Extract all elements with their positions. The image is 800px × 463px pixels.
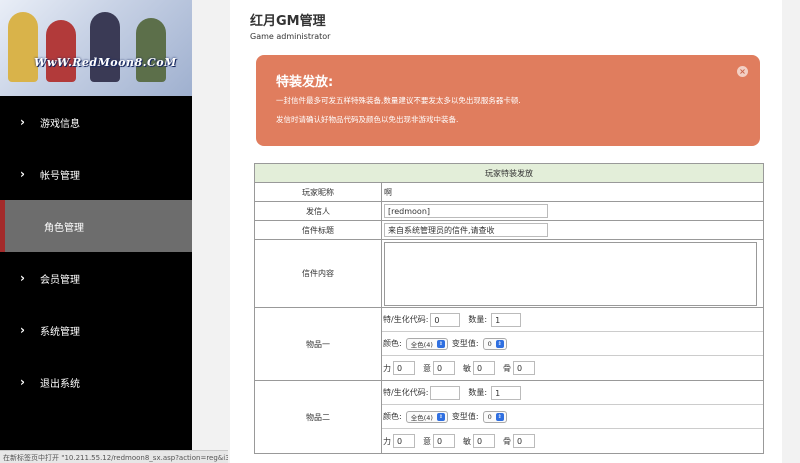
sidebar-item-member[interactable]: › 会员管理 [0,252,192,304]
alert-text: 一封信件最多可发五样特殊装备,数量建议不要发太多以免出现服务器卡顿. [276,96,521,105]
chevron-right-icon: › [20,115,25,129]
strength-input[interactable]: 0 [393,361,415,375]
form-row-item-1: 物品一 特/生化代码: 0 数量: 1 颜色: 全色(4) ⇕ 变型值: 0 ⇕ 力… [255,308,763,381]
alert-text: 发信时请确认好物品代码及颜色以免出现非游戏中装备. [276,115,459,124]
sidebar-item-label: 退出系统 [40,378,80,390]
stat-label: 敏 [463,363,471,373]
character-figure [90,12,120,82]
page-title: 红月GM管理 [250,14,326,29]
form-row-subject: 信件标题 来自系统管理员的信件,请查收 [255,221,763,240]
stat-label: 力 [383,436,391,446]
color-label: 颜色: [383,412,402,421]
will-input[interactable]: 0 [433,361,455,375]
banner-image: WwW.RedMoon8.CoM [0,0,192,96]
morph-select[interactable]: 0 ⇕ [482,410,507,423]
stat-label: 骨 [503,436,511,446]
chevron-right-icon: › [20,271,25,285]
sidebar-item-logout[interactable]: › 退出系统 [0,356,192,408]
morph-selected-value: 0 [487,339,492,348]
form-row-sender: 发信人 [redmoon] [255,202,763,221]
sidebar-item-system[interactable]: › 系统管理 [0,304,192,356]
stat-label: 意 [423,436,431,446]
sidebar-item-character[interactable]: › 角色管理 [0,200,192,252]
form-row-nickname: 玩家昵称 啊 [255,183,763,202]
morph-select[interactable]: 0 ⇕ [482,337,507,350]
quantity-input[interactable]: 1 [491,312,522,327]
quantity-label: 数量: [468,315,488,324]
quantity-label: 数量: [468,388,488,397]
banner-logo: WwW.RedMoon8.CoM [34,56,177,69]
info-alert: × 特装发放: 一封信件最多可发五样特殊装备,数量建议不要发太多以免出现服务器卡… [256,55,760,146]
color-selected-value: 全色(4) [410,413,433,422]
select-arrows-icon: ⇕ [495,412,504,421]
morph-selected-value: 0 [487,412,492,421]
main-content: 红月GM管理 Game administrator × 特装发放: 一封信件最多… [230,0,782,463]
item-code-input[interactable] [430,385,461,400]
field-label: 信件标题 [255,221,382,239]
special-equipment-form: 玩家特装发放 玩家昵称 啊 发信人 [redmoon] 信件标题 来自系统管理员… [254,163,764,454]
sidebar-item-label: 系统管理 [40,326,80,338]
content-textarea[interactable] [384,242,757,306]
color-select[interactable]: 全色(4) ⇕ [405,337,448,350]
field-label: 物品二 [255,381,382,453]
morph-label: 变型值: [451,412,479,421]
sidebar-item-label: 帐号管理 [40,170,80,182]
sidebar: WwW.RedMoon8.CoM › 游戏信息 › 帐号管理 › 角色管理 › … [0,0,192,463]
form-row-content: 信件内容 [255,240,763,308]
field-label: 发信人 [255,202,382,220]
stat-label: 敏 [463,436,471,446]
stat-label: 骨 [503,363,511,373]
sidebar-item-account[interactable]: › 帐号管理 [0,148,192,200]
color-selected-value: 全色(4) [410,340,433,349]
character-figure [136,18,166,82]
browser-status-bar: 在新标签页中打开 "10.211.55.12/redmoon8_sx.asp?a… [0,450,228,463]
color-select[interactable]: 全色(4) ⇕ [405,410,448,423]
color-label: 颜色: [383,339,402,348]
sidebar-item-game-info[interactable]: › 游戏信息 [0,96,192,148]
sidebar-item-label: 游戏信息 [40,118,80,130]
code-label: 特/生化代码: [383,315,429,324]
will-input[interactable]: 0 [433,434,455,448]
morph-label: 变型值: [451,339,479,348]
bone-input[interactable]: 0 [513,361,535,375]
field-label: 物品一 [255,308,382,380]
field-label: 信件内容 [255,240,382,307]
alert-title: 特装发放: [276,75,334,90]
subject-input[interactable]: 来自系统管理员的信件,请查收 [384,223,548,237]
stat-label: 力 [383,363,391,373]
select-arrows-icon: ⇕ [436,339,445,348]
sidebar-nav: › 游戏信息 › 帐号管理 › 角色管理 › 会员管理 › 系统管理 › 退出系… [0,96,192,408]
select-arrows-icon: ⇕ [436,412,445,421]
sidebar-item-label: 角色管理 [44,222,84,234]
chevron-right-icon: › [20,167,25,181]
bone-input[interactable]: 0 [513,434,535,448]
agility-input[interactable]: 0 [473,434,495,448]
select-arrows-icon: ⇕ [495,339,504,348]
strength-input[interactable]: 0 [393,434,415,448]
form-heading: 玩家特装发放 [255,164,763,183]
quantity-input[interactable]: 1 [491,385,522,400]
character-figure [8,12,38,82]
agility-input[interactable]: 0 [473,361,495,375]
chevron-right-icon: › [20,375,25,389]
sidebar-item-label: 会员管理 [40,274,80,286]
code-label: 特/生化代码: [383,388,429,397]
field-label: 玩家昵称 [255,183,382,201]
item-code-input[interactable]: 0 [430,312,461,327]
page-subtitle: Game administrator [250,32,331,41]
stat-label: 意 [423,363,431,373]
character-figure [46,20,76,82]
chevron-right-icon: › [20,323,25,337]
sender-input[interactable]: [redmoon] [384,204,548,218]
form-row-item-2: 物品二 特/生化代码: 数量: 1 颜色: 全色(4) ⇕ 变型值: 0 ⇕ 力 0 [255,381,763,454]
nickname-value: 啊 [384,187,392,197]
close-icon[interactable]: × [737,66,748,77]
